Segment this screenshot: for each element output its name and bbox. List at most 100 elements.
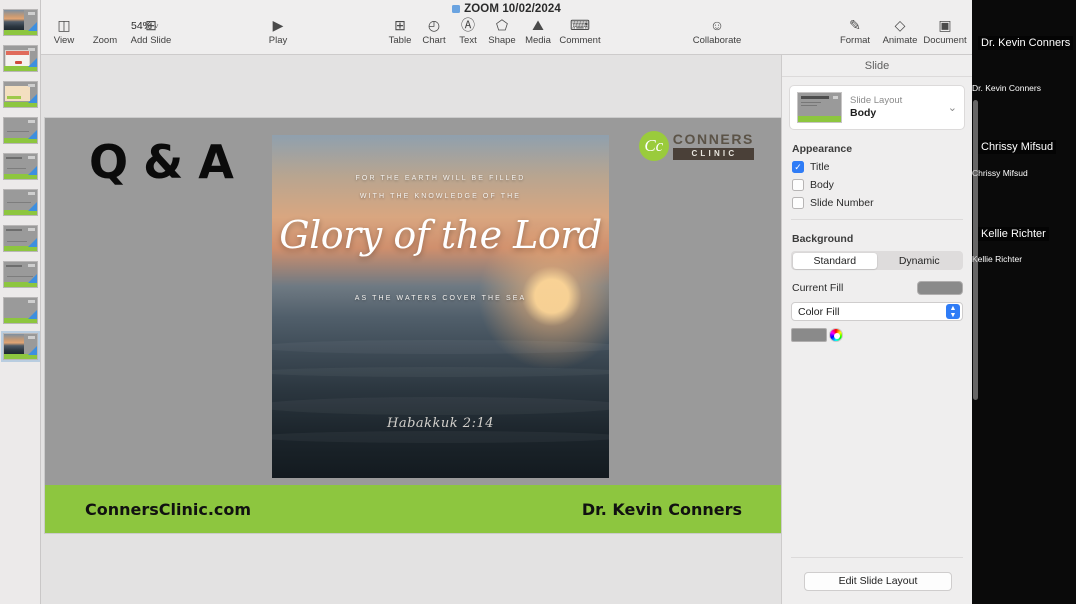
document-panel-icon: ▣ [938,17,952,33]
stepper-icon[interactable]: ▲ ▼ [946,304,960,319]
appearance-section-title: Appearance [792,143,853,155]
keynote-window: ZOOM 10/02/2024 ◫ View 54% ˅ Zoom ⊞ Add S… [0,0,1076,604]
add-slide-label: Add Slide [130,35,172,46]
slide-thumbnail[interactable] [3,297,38,324]
slide-thumbnail[interactable] [3,9,38,36]
collaborate-label: Collaborate [692,35,742,46]
participant-tile[interactable]: Chrissy Mifsud [972,100,1076,162]
checkbox-checked-icon[interactable]: ✓ [792,161,804,173]
participant-caption-name: Kellie Richter [972,254,1023,264]
checkbox-icon[interactable] [792,179,804,191]
document-title-bar: ZOOM 10/02/2024 [41,3,972,15]
participant-overlay-name: Dr. Kevin Conners [978,36,1074,50]
slide-layout-selector[interactable]: Slide Layout Body ⌄ [789,85,965,130]
fill-type-dropdown[interactable]: Color Fill ▲ ▼ [791,302,963,321]
document-button[interactable]: ▣ Document [917,17,973,46]
appearance-option-title[interactable]: ✓ Title [792,161,972,173]
play-label: Play [268,35,288,46]
animation-badge-icon [28,58,37,67]
slide-thumbnail[interactable] [3,189,38,216]
participant-caption[interactable]: Chrissy Mifsud [972,162,1076,187]
segment-standard[interactable]: Standard [792,252,877,269]
play-button[interactable]: ▶ Play [250,17,306,46]
document-icon [452,5,461,13]
document-label: Document [923,35,967,46]
inspector-scrollbar[interactable] [973,100,978,400]
appearance-option-slide-number[interactable]: Slide Number [792,197,972,209]
thumbnail-badge [28,120,35,123]
thumbnail-card [5,86,30,101]
participant-caption[interactable]: Dr. Kevin Conners [972,78,1076,100]
verse-image[interactable]: FOR THE EARTH WILL BE FILLED WITH THE KN… [272,135,609,478]
logo-wordmark: CONNERS CLINIC [672,131,754,160]
participant-tile[interactable]: Kellie Richter [972,187,1076,249]
thumbnail-badge [28,228,35,231]
logo-sub: CLINIC [672,148,754,160]
fill-color-well[interactable] [791,328,827,342]
color-wheel-icon[interactable] [829,328,843,342]
verse-script-line: Glory of the Lord [279,213,602,257]
collaborate-icon: ☺ [709,17,725,33]
animation-badge-icon [28,94,37,103]
collaborate-button[interactable]: ☺ Collaborate [689,17,745,46]
participant-tile[interactable]: Dr. Kevin Conners [972,0,1076,78]
footer-website: ConnersClinic.com [85,499,252,519]
slide-thumbnail[interactable] [3,117,38,144]
current-fill-swatch[interactable] [917,281,963,295]
verse-line-2: WITH THE KNOWLEDGE OF THE [359,193,522,200]
slide-thumbnail-selected[interactable] [1,331,40,362]
animation-badge-icon [28,202,37,211]
edit-slide-layout-button[interactable]: Edit Slide Layout [804,572,952,591]
appearance-title-label: Title [810,161,830,173]
appearance-option-body[interactable]: Body [792,179,972,191]
participant-overlay-name: Chrissy Mifsud [978,140,1057,154]
plus-box-icon: ⊞ [145,17,157,33]
slide-thumbnail[interactable] [3,81,38,108]
comment-icon: ⌨ [569,17,591,33]
thumbnail-badge [28,12,35,15]
thumbnail-badge [28,336,35,339]
slide-title[interactable]: Q & A [89,135,234,189]
appearance-body-label: Body [810,179,834,191]
current-fill-row: Current Fill [792,281,963,295]
current-slide[interactable]: Q & A Cc CONNERS CLINIC FOR THE EARTH WI… [45,118,782,533]
thumbnail-photo [4,334,24,355]
slide-layout-thumbnail [797,92,842,123]
inspector-header: Slide [782,55,972,77]
participant-overlay-name: Kellie Richter [978,227,1049,241]
segment-dynamic[interactable]: Dynamic [877,253,962,269]
verse-reference: Habakkuk 2:14 [387,416,494,431]
participant-caption-name: Chrissy Mifsud [972,168,1028,178]
slide-thumbnail[interactable] [3,153,38,180]
slide-thumbnail[interactable] [3,225,38,252]
thumbnail-badge [28,48,35,51]
play-icon: ▶ [272,17,284,33]
animation-badge-icon [28,166,37,175]
slide-layout-info: Slide Layout Body [850,95,944,120]
logo-name: CONNERS [672,131,754,147]
comment-button[interactable]: ⌨ Comment [552,17,608,46]
current-fill-label: Current Fill [792,282,844,294]
background-section-title: Background [792,233,854,245]
background-mode-segmented-control[interactable]: Standard Dynamic [791,251,963,270]
zoom-participant-strip[interactable]: Dr. Kevin Conners Dr. Kevin Conners Chri… [972,0,1076,604]
animation-badge-icon [28,238,37,247]
participant-caption[interactable]: Kellie Richter [972,249,1076,274]
animation-badge-icon [28,274,37,283]
checkbox-icon[interactable] [792,197,804,209]
animation-badge-icon [28,130,37,139]
slide-layout-label: Slide Layout [850,95,903,106]
slide-thumbnail[interactable] [3,45,38,72]
participant-tile-empty[interactable] [972,274,1076,604]
thumbnail-badge [28,84,35,87]
thumbnail-badge [28,300,35,303]
chevron-down-icon[interactable]: ⌄ [944,101,957,114]
footer-presenter: Dr. Kevin Conners [581,499,742,519]
animation-badge-icon [28,346,37,355]
slide-navigator[interactable] [0,0,41,604]
divider [791,219,963,220]
slide-thumbnail[interactable] [3,261,38,288]
participant-caption-name: Dr. Kevin Conners [972,83,1041,93]
add-slide-button[interactable]: ⊞ Add Slide [123,17,179,46]
sidebar-panel-icon: ◫ [57,17,71,33]
